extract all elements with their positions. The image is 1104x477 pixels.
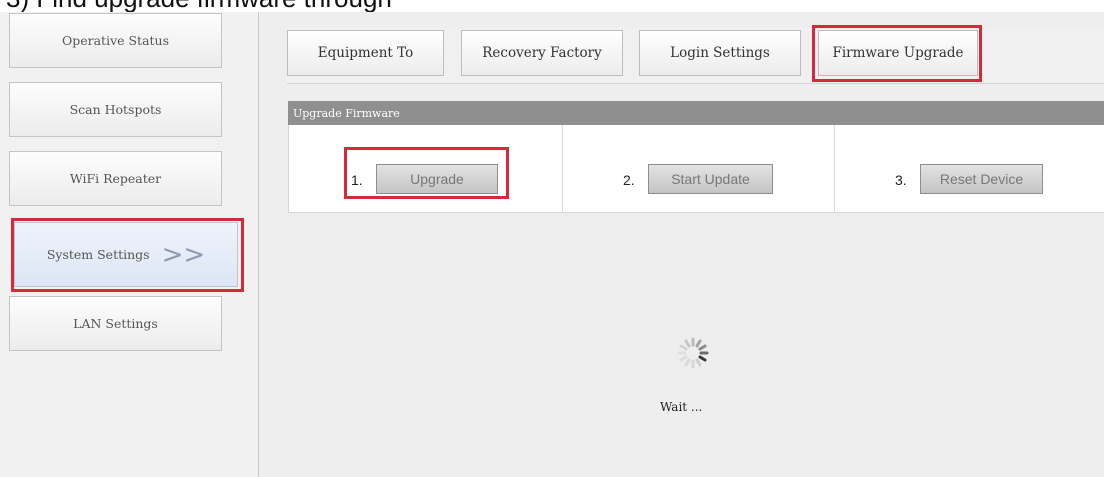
caption-strip: 3) Find upgrade firmware through — [0, 0, 1104, 12]
sidebar-item-lan-settings[interactable]: LAN Settings — [9, 296, 222, 351]
sidebar-item-label: System Settings — [46, 247, 150, 262]
double-chevron-right-icon: >> — [161, 239, 206, 270]
column-divider — [562, 125, 563, 213]
tab-label: Recovery Factory — [482, 45, 602, 61]
column-divider — [834, 125, 835, 213]
upgrade-button[interactable]: Upgrade — [376, 164, 498, 194]
sidebar-item-scan-hotspots[interactable]: Scan Hotspots — [9, 82, 222, 137]
step-number: 2. — [623, 172, 635, 188]
sidebar-item-label: WiFi Repeater — [69, 171, 162, 186]
wait-text: Wait ... — [660, 400, 703, 414]
button-label: Start Update — [671, 171, 750, 187]
sidebar-item-label: Operative Status — [61, 33, 170, 48]
button-label: Reset Device — [939, 171, 1024, 187]
sidebar-item-system-settings[interactable]: System Settings >> — [14, 222, 238, 287]
button-label: Upgrade — [410, 171, 464, 187]
caption-text: 3) Find upgrade firmware through — [6, 0, 392, 12]
step-number: 3. — [895, 172, 907, 188]
panel-header: Upgrade Firmware — [288, 101, 1104, 125]
panel-title: Upgrade Firmware — [293, 106, 400, 120]
tab-label: Firmware Upgrade — [832, 45, 964, 61]
loading-spinner-icon — [677, 337, 709, 369]
tab-recovery-factory[interactable]: Recovery Factory — [461, 30, 623, 76]
reset-device-button[interactable]: Reset Device — [920, 164, 1043, 194]
tab-firmware-upgrade[interactable]: Firmware Upgrade — [818, 30, 978, 76]
tab-label: Login Settings — [670, 45, 770, 61]
tab-equipment-to[interactable]: Equipment To — [287, 30, 444, 76]
tab-login-settings[interactable]: Login Settings — [639, 30, 801, 76]
sidebar-item-label: Scan Hotspots — [69, 102, 162, 117]
tab-label: Equipment To — [317, 45, 414, 61]
sidebar-item-wifi-repeater[interactable]: WiFi Repeater — [9, 151, 222, 206]
sidebar-item-label: LAN Settings — [73, 316, 158, 331]
sidebar-item-operative-status[interactable]: Operative Status — [9, 13, 222, 68]
step-number: 1. — [351, 172, 363, 188]
start-update-button[interactable]: Start Update — [648, 164, 773, 194]
